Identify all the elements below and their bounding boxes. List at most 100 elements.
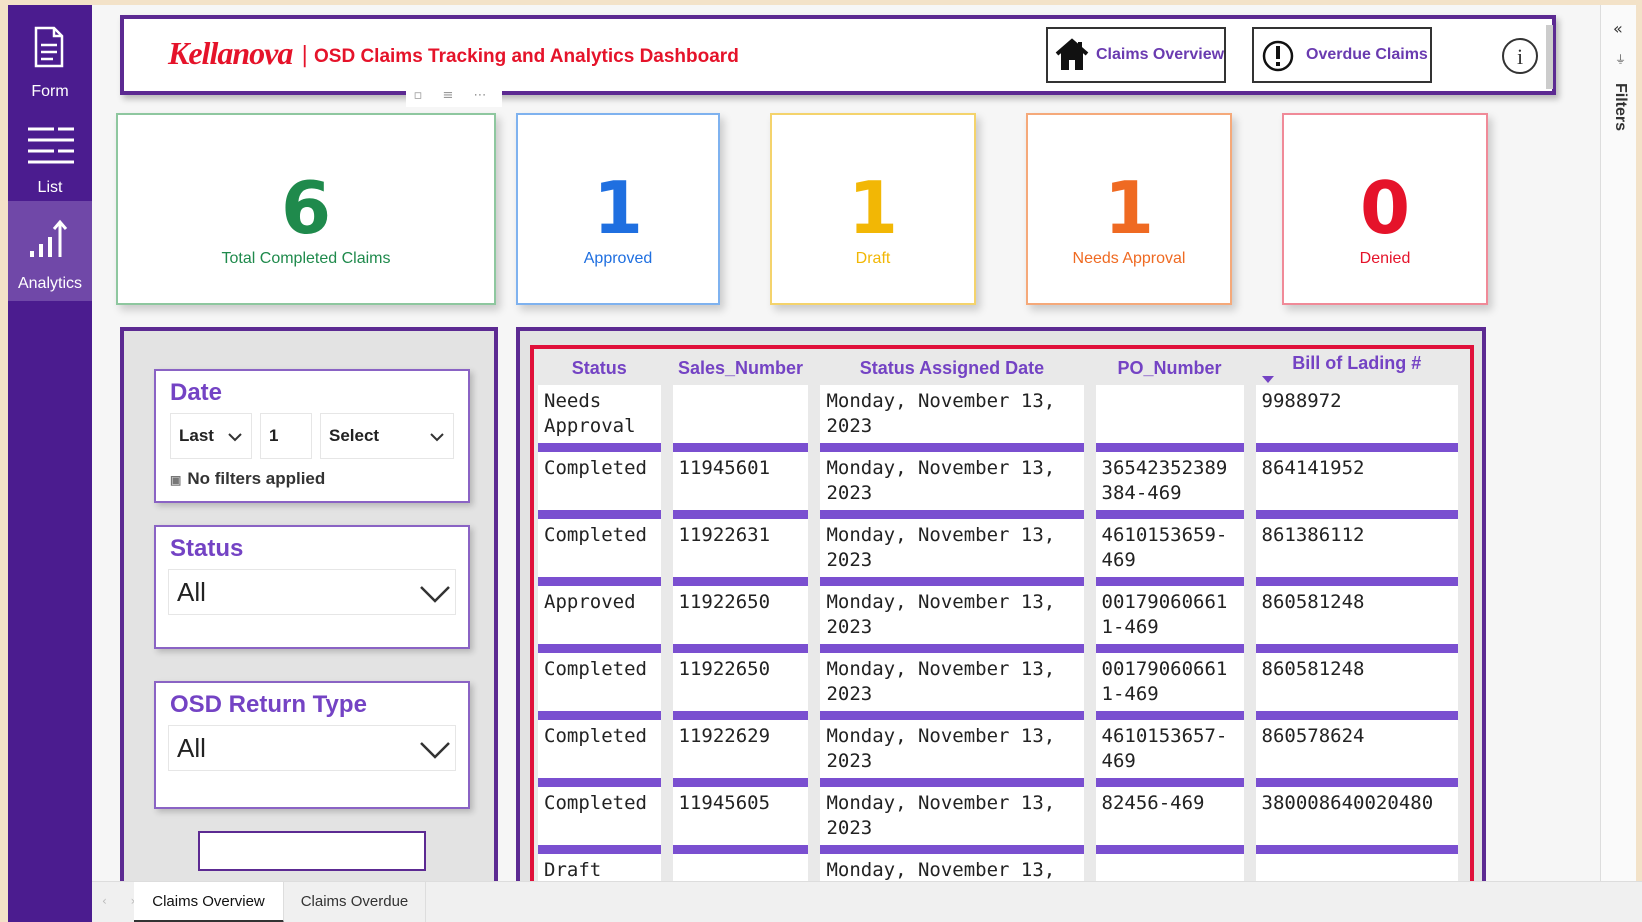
- table-header-row: Status Sales_Number Status Assigned Date…: [538, 349, 1458, 385]
- column-header-status-assigned-date[interactable]: Status Assigned Date: [820, 349, 1083, 385]
- nav-label-form: Form: [31, 83, 69, 100]
- table-cell: 00179060661 1-469: [1095, 586, 1244, 653]
- column-header-sales-number[interactable]: Sales_Number: [673, 349, 809, 385]
- osd-return-type-slicer: OSD Return Type All: [154, 681, 470, 809]
- table-row[interactable]: Needs Approval Monday, November 13, 2023 9…: [538, 385, 1458, 452]
- header-scrollbar[interactable]: [1546, 25, 1553, 89]
- status-dropdown[interactable]: All: [168, 569, 456, 615]
- window-frame-left: [0, 0, 8, 922]
- table-row[interactable]: Completed 11922629 Monday, November 13, 20…: [538, 720, 1458, 787]
- nav-label-analytics: Analytics: [17, 275, 83, 292]
- nav-item-list[interactable]: List: [8, 105, 92, 205]
- nav-item-analytics[interactable]: Analytics: [8, 201, 92, 301]
- table-cell: Completed: [538, 519, 661, 586]
- table-cell: 4610153659-469: [1095, 519, 1244, 586]
- table-cell: 11922631: [672, 519, 809, 586]
- kpi-label: Draft: [855, 250, 891, 267]
- kpi-value: 6: [280, 166, 332, 250]
- table-row[interactable]: Approved 11922650 Monday, November 13, 202…: [538, 586, 1458, 653]
- chevron-down-icon: [228, 433, 242, 442]
- calendar-icon: ▣: [170, 473, 182, 487]
- date-unit-value: Select: [329, 426, 380, 445]
- table-cell: Monday, November 13, 2023: [820, 452, 1084, 519]
- table-cell: [1095, 385, 1244, 452]
- date-filter-status: ▣ No filters applied: [170, 469, 325, 489]
- analytics-icon: [30, 219, 68, 257]
- kpi-label: Total Completed Claims: [221, 250, 391, 267]
- table-cell: 82456-469: [1095, 787, 1244, 854]
- tab-label: Claims Overdue: [300, 893, 409, 910]
- status-slicer-title: Status: [170, 535, 244, 562]
- kpi-value: 1: [847, 166, 899, 250]
- table-row[interactable]: Completed 11922650 Monday, November 13, 20…: [538, 653, 1458, 720]
- tab-claims-overview[interactable]: Claims Overview: [134, 882, 284, 922]
- window-frame-right: [1636, 0, 1642, 922]
- table-cell: 380008640020480: [1255, 787, 1458, 854]
- table-cell: 00179060661 1-469: [1095, 653, 1244, 720]
- date-count-input[interactable]: 1: [260, 413, 312, 459]
- kpi-needs-approval: 1 Needs Approval: [1026, 113, 1232, 305]
- table-cell: Monday, November 13, 2023: [820, 787, 1084, 854]
- date-period-dropdown[interactable]: Last: [170, 413, 252, 459]
- table-cell: 4610153657-469: [1095, 720, 1244, 787]
- visual-toolbar[interactable]: ▫ ≡ ⋯: [406, 85, 502, 107]
- table-cell: Completed: [538, 787, 661, 854]
- table-row[interactable]: Completed 11945605 Monday, November 13, 20…: [538, 787, 1458, 854]
- column-header-status[interactable]: Status: [538, 349, 661, 385]
- date-filter-status-text: No filters applied: [187, 469, 326, 488]
- list-icon: [28, 127, 74, 164]
- date-count-value: 1: [269, 426, 279, 445]
- nav-label-list: List: [37, 179, 63, 196]
- info-icon: i: [1516, 44, 1524, 69]
- claims-table-body: Needs Approval Monday, November 13, 2023 9…: [538, 385, 1458, 883]
- page-title: OSD Claims Tracking and Analytics Dashbo…: [314, 46, 739, 67]
- form-icon: [34, 26, 64, 68]
- table-row[interactable]: Completed 11945601 Monday, November 13, 20…: [538, 452, 1458, 519]
- alert-icon: [1262, 40, 1294, 72]
- kpi-label: Denied: [1359, 250, 1411, 267]
- table-cell: 11922650: [672, 653, 809, 720]
- nav-item-form[interactable]: Form: [8, 9, 92, 109]
- chevron-down-icon: [430, 433, 444, 442]
- column-header-bill-of-lading[interactable]: Bill of Lading #: [1256, 349, 1458, 385]
- kpi-label: Needs Approval: [1072, 250, 1186, 267]
- kpi-total-completed: 6 Total Completed Claims: [116, 113, 496, 305]
- filter-funnel-icon: ⏚: [1615, 53, 1626, 66]
- table-cell: Monday, November 13, 2023: [820, 519, 1084, 586]
- table-cell: 861386112: [1255, 519, 1458, 586]
- sort-descending-icon: [1261, 376, 1274, 383]
- tab-label: Claims Overview: [152, 893, 265, 910]
- claims-overview-button[interactable]: Claims Overview: [1046, 27, 1226, 83]
- table-cell: Completed: [538, 653, 661, 720]
- table-cell: Completed: [538, 452, 661, 519]
- table-cell: 864141952: [1255, 452, 1458, 519]
- table-cell: 860581248: [1255, 586, 1458, 653]
- filters-pane[interactable]: « ⏚ Filters: [1600, 5, 1636, 881]
- table-cell: Needs Approval: [538, 385, 661, 452]
- column-header-po-number[interactable]: PO_Number: [1096, 349, 1244, 385]
- page-tab-bar: ‹ › Claims Overview Claims Overdue: [92, 881, 1642, 922]
- table-cell: 36542352389 384-469: [1095, 452, 1244, 519]
- osd-return-type-dropdown[interactable]: All: [168, 725, 456, 771]
- date-slicer-title: Date: [170, 379, 223, 406]
- table-cell: Completed: [538, 720, 661, 787]
- clear-filters-button[interactable]: [198, 831, 426, 871]
- brand-logo: Kellanova: [168, 35, 293, 71]
- filters-pane-label: Filters: [1612, 83, 1629, 132]
- table-cell: [672, 385, 809, 452]
- chevron-down-icon: [420, 742, 450, 759]
- table-cell: 11922650: [672, 586, 809, 653]
- chevron-left-double-icon[interactable]: «: [1613, 19, 1623, 38]
- kpi-value: 1: [592, 166, 644, 250]
- table-cell: Approved: [538, 586, 661, 653]
- table-cell: 11945601: [672, 452, 809, 519]
- table-row[interactable]: Completed 11922631 Monday, November 13, 20…: [538, 519, 1458, 586]
- info-button[interactable]: i: [1502, 38, 1538, 74]
- date-unit-dropdown[interactable]: Select: [320, 413, 454, 459]
- home-icon: [1055, 38, 1089, 70]
- overdue-claims-button[interactable]: Overdue Claims: [1252, 27, 1432, 83]
- tab-claims-overdue[interactable]: Claims Overdue: [284, 882, 426, 922]
- status-slicer: Status All: [154, 525, 470, 649]
- osd-return-type-value: All: [177, 733, 206, 763]
- claims-table-frame: Status Sales_Number Status Assigned Date…: [530, 345, 1474, 883]
